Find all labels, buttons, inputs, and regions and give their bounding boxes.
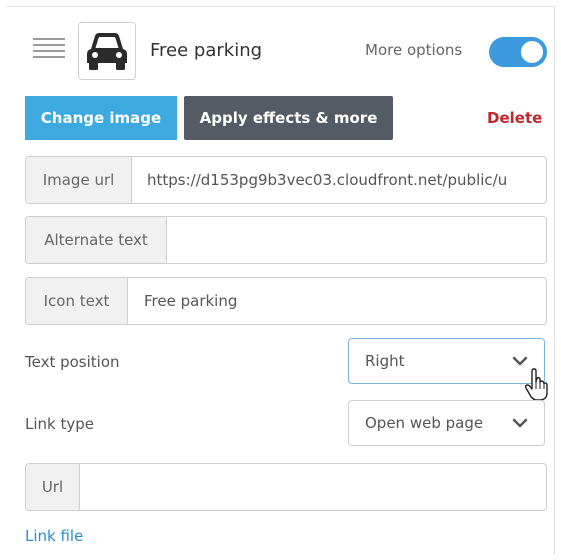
text-position-value: Right xyxy=(365,352,405,370)
url-group: Url xyxy=(25,463,547,511)
image-url-label: Image url xyxy=(26,157,132,203)
link-type-value: Open web page xyxy=(365,414,484,432)
more-options-label: More options xyxy=(365,41,463,59)
alternate-text-group: Alternate text xyxy=(25,216,547,264)
car-icon xyxy=(87,33,127,70)
icon-text-input[interactable]: Free parking xyxy=(128,278,546,324)
url-label: Url xyxy=(26,464,80,510)
url-input[interactable] xyxy=(80,464,546,510)
item-title: Free parking xyxy=(150,40,263,61)
icon-text-label: Icon text xyxy=(26,278,128,324)
change-image-button[interactable]: Change image xyxy=(25,96,177,140)
alternate-text-input[interactable] xyxy=(167,217,546,263)
image-url-input[interactable]: https://d153pg9b3vec03.cloudfront.net/pu… xyxy=(132,157,546,203)
hand-cursor-icon xyxy=(525,368,548,401)
link-file-link[interactable]: Link file xyxy=(25,527,83,545)
drag-handle-icon[interactable] xyxy=(33,38,65,60)
more-options-toggle[interactable] xyxy=(489,37,547,67)
icon-text-group: Icon text Free parking xyxy=(25,277,547,325)
apply-effects-button[interactable]: Apply effects & more xyxy=(184,96,393,140)
delete-button[interactable]: Delete xyxy=(487,109,542,127)
alternate-text-label: Alternate text xyxy=(26,217,167,263)
item-thumbnail xyxy=(78,22,136,80)
text-position-label: Text position xyxy=(25,353,120,371)
toggle-knob xyxy=(521,41,543,63)
image-url-group: Image url https://d153pg9b3vec03.cloudfr… xyxy=(25,156,547,204)
link-type-label: Link type xyxy=(25,415,94,433)
link-type-select[interactable]: Open web page xyxy=(348,400,545,446)
text-position-select[interactable]: Right xyxy=(348,338,545,384)
chevron-down-icon xyxy=(512,418,528,428)
chevron-down-icon xyxy=(512,356,528,366)
